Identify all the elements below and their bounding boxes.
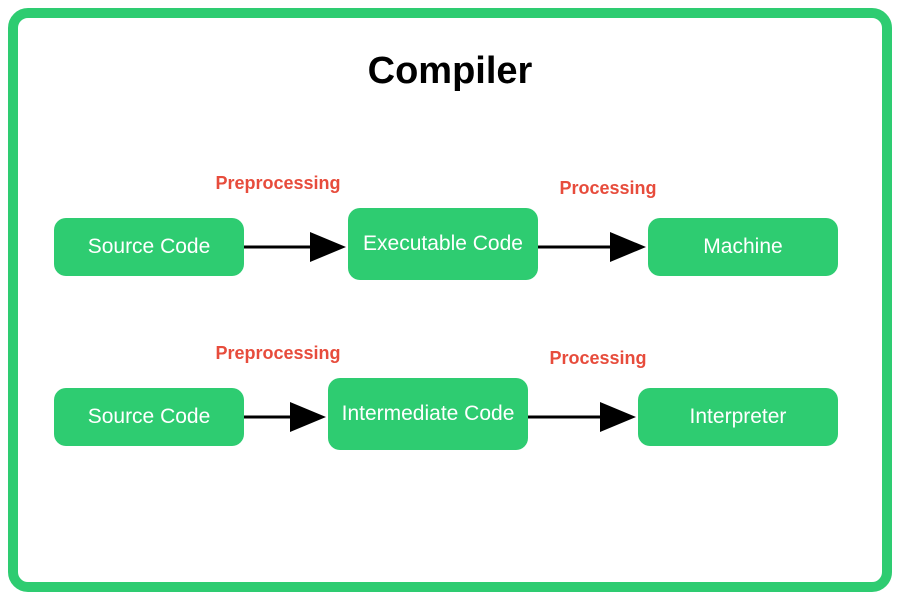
edge-label-processing-2: Processing (538, 348, 658, 369)
node-source-code-1: Source Code (54, 218, 244, 276)
diagram-frame: Compiler Source Code Executable Code Mac… (8, 8, 892, 592)
node-source-code-2: Source Code (54, 388, 244, 446)
diagram-title: Compiler (18, 50, 882, 93)
edge-label-processing-1: Processing (548, 178, 668, 199)
node-machine: Machine (648, 218, 838, 276)
edge-label-preprocessing-1: Preprocessing (198, 173, 358, 194)
edge-label-preprocessing-2: Preprocessing (198, 343, 358, 364)
node-interpreter: Interpreter (638, 388, 838, 446)
flow-arrows (18, 18, 882, 582)
node-intermediate-code: Intermediate Code (328, 378, 528, 450)
node-executable-code: Executable Code (348, 208, 538, 280)
